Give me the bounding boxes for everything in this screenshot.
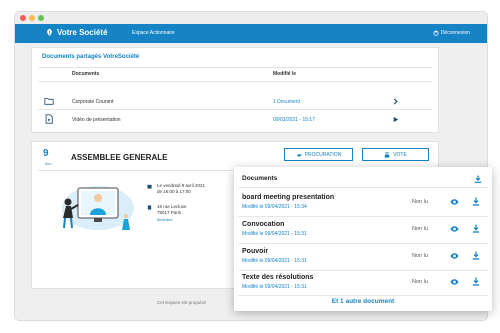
- vote-button-label: VOTE: [393, 151, 407, 158]
- nav-link-shareholder-space[interactable]: Espace Actionnaire: [132, 30, 175, 36]
- document-row-video[interactable]: Vidéo de présentation 09/03/2021 - 15:17: [32, 112, 438, 128]
- leaf-logo-icon: [47, 28, 52, 37]
- document-meta: 09/03/2021 - 15:17: [273, 117, 315, 123]
- divider: [38, 67, 432, 68]
- close-window-button[interactable]: [20, 15, 26, 21]
- hand-icon: [296, 153, 301, 156]
- eye-icon[interactable]: [450, 278, 459, 286]
- footer-note: Cet Espace est propulsé: [157, 300, 207, 305]
- itinerary-link[interactable]: Itinéraire: [157, 217, 173, 222]
- shared-documents-title: Documents partagés VotreSociété: [42, 54, 140, 60]
- calendar-icon: [147, 184, 152, 189]
- read-status: Non lu: [412, 226, 428, 232]
- eye-icon[interactable]: [450, 225, 459, 233]
- document-meta: 1 Document: [273, 99, 300, 105]
- event-month: Avr.: [45, 161, 52, 166]
- download-icon[interactable]: [472, 277, 480, 286]
- read-status: Non lu: [412, 253, 428, 259]
- event-date-line2: de 16:00 à 17:00: [157, 189, 191, 194]
- event-day: 9: [43, 148, 49, 159]
- divider: [38, 81, 432, 82]
- document-name: Convocation: [242, 221, 285, 228]
- document-name: Texte des résolutions: [242, 274, 314, 281]
- download-icon[interactable]: [472, 251, 480, 260]
- document-modified: Modifié le 09/04/2021 - 15:31: [242, 231, 307, 237]
- chevron-right-icon[interactable]: [392, 98, 399, 105]
- read-status: Non lu: [412, 199, 428, 205]
- documents-popup: Documents board meeting presentation Mod…: [234, 167, 492, 311]
- download-icon[interactable]: [472, 197, 480, 206]
- folder-icon: [44, 98, 54, 105]
- download-icon[interactable]: [472, 224, 480, 233]
- more-documents-link[interactable]: Et 1 autre document: [234, 298, 492, 305]
- popup-document-row[interactable]: Pouvoir Modifié le 09/04/2021 - 15:31 No…: [234, 244, 492, 270]
- divider: [38, 109, 432, 110]
- logout-button[interactable]: Déconnexion: [433, 30, 470, 36]
- proxy-button-label: PROCURATION: [304, 151, 342, 158]
- document-name: Corporate Courant: [72, 99, 114, 105]
- eye-icon[interactable]: [450, 198, 459, 206]
- download-all-icon[interactable]: [474, 175, 482, 183]
- popup-document-row[interactable]: Convocation Modifié le 09/04/2021 - 15:3…: [234, 217, 492, 243]
- proxy-button[interactable]: PROCURATION: [284, 148, 353, 161]
- logout-label: Déconnexion: [440, 30, 470, 36]
- assembly-title: ASSEMBLEE GENERALE: [71, 153, 168, 162]
- minimize-window-button[interactable]: [29, 15, 35, 21]
- vote-button[interactable]: VOTE: [362, 148, 429, 161]
- popup-title: Documents: [242, 175, 278, 182]
- file-video-icon: [45, 114, 53, 124]
- document-modified: Modifié le 09/04/2021 - 15:34: [242, 204, 307, 210]
- column-header-documents: Documents: [72, 71, 100, 77]
- document-modified: Modifié le 09/04/2021 - 15:31: [242, 258, 307, 264]
- document-name: Pouvoir: [242, 248, 269, 255]
- top-navbar: Votre Société Espace Actionnaire Déconne…: [15, 24, 487, 43]
- ballot-box-icon: [384, 151, 390, 158]
- read-status: Non lu: [412, 279, 428, 285]
- shared-documents-card: Documents partagés VotreSociété Document…: [31, 47, 439, 133]
- event-address-line2: 75017 Paris: [157, 210, 182, 215]
- document-name: board meeting presentation: [242, 194, 335, 201]
- building-icon: [147, 205, 152, 210]
- divider: [238, 187, 488, 188]
- document-row-corporate[interactable]: Corporate Courant 1 Document: [32, 94, 438, 110]
- column-header-modified: Modifié le: [273, 71, 297, 77]
- maximize-window-button[interactable]: [38, 15, 44, 21]
- eye-icon[interactable]: [450, 252, 459, 260]
- power-icon: [433, 30, 439, 36]
- play-icon[interactable]: [392, 116, 399, 123]
- popup-document-row[interactable]: Texte des résolutions Modifié le 09/04/2…: [234, 270, 492, 296]
- document-modified: Modifié le 09/04/2021 - 15:31: [242, 284, 307, 290]
- brand-logo[interactable]: Votre Société: [45, 28, 108, 37]
- video-conference-illustration: [62, 186, 134, 230]
- popup-document-row[interactable]: board meeting presentation Modifié le 09…: [234, 190, 492, 216]
- brand-name: Votre Société: [57, 28, 108, 37]
- window-titlebar: [15, 12, 487, 24]
- document-name: Vidéo de présentation: [72, 117, 121, 123]
- divider: [238, 295, 488, 296]
